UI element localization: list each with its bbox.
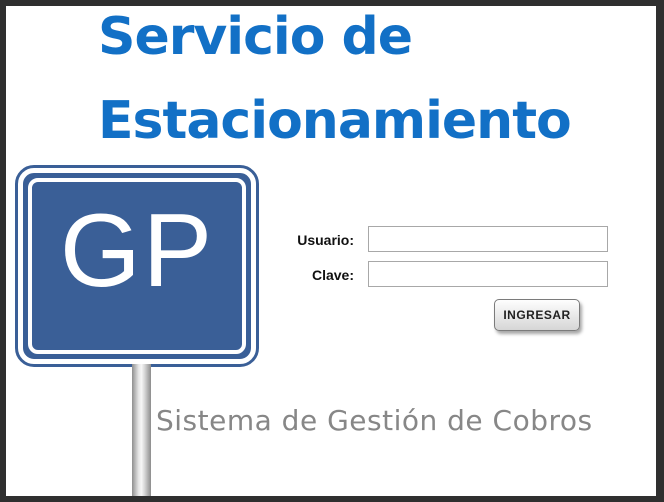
login-button[interactable]: INGRESAR [494, 299, 580, 331]
password-input[interactable] [368, 261, 608, 287]
sign-logo-text: GP [59, 193, 215, 309]
sign-pole [132, 364, 151, 496]
parking-sign-icon: GP [15, 165, 259, 367]
username-input[interactable] [368, 226, 608, 252]
username-label: Usuario: [297, 232, 354, 248]
system-subtitle: Sistema de Gestión de Cobros [156, 404, 593, 437]
page-title: Servicio de Estacionamiento [98, 10, 638, 148]
title-line-2: Estacionamiento [98, 91, 572, 151]
title-line-1: Servicio de [98, 7, 413, 67]
password-label: Clave: [311, 267, 354, 283]
